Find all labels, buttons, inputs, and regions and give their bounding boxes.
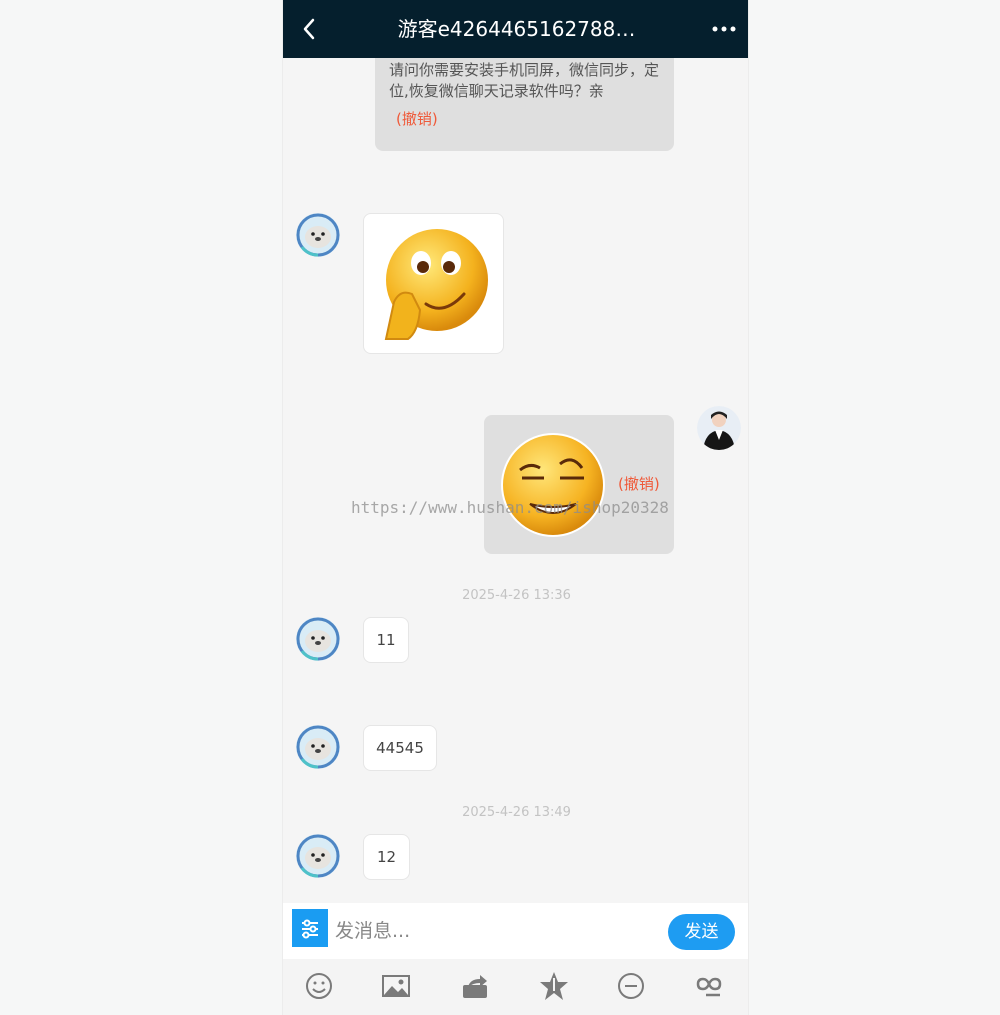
avatar-agent[interactable]	[697, 406, 741, 450]
block-button[interactable]	[614, 969, 648, 1003]
message-text: 11	[376, 631, 396, 649]
top-bar: 游客e4264465162788…	[283, 0, 748, 58]
received-text-bubble: 12	[363, 834, 410, 880]
received-text-bubble: 44545	[363, 725, 437, 771]
link-icon	[696, 977, 722, 997]
sent-text-bubble: 请问你需要安装手机同屏，微信同步，定位,恢复微信聊天记录软件吗？亲 (撤销)	[375, 58, 674, 151]
input-bar: 发送	[283, 903, 748, 959]
emoji-icon	[306, 973, 332, 999]
more-horizontal-icon	[712, 26, 736, 32]
avatar-visitor[interactable]	[296, 617, 340, 661]
message-input[interactable]	[335, 911, 655, 951]
seal-avatar-icon	[296, 617, 340, 661]
input-tools-button[interactable]	[292, 909, 328, 947]
emoji-button[interactable]	[302, 969, 336, 1003]
recall-link[interactable]: (撤销)	[618, 473, 660, 494]
avatar-visitor[interactable]	[296, 213, 340, 257]
sent-sticker-bubble: (撤销)	[484, 415, 674, 554]
seal-avatar-icon	[296, 834, 340, 878]
favorite-button[interactable]	[537, 969, 571, 1003]
image-icon	[382, 975, 410, 997]
share-button[interactable]	[458, 969, 492, 1003]
avatar-visitor[interactable]	[296, 725, 340, 769]
chevron-left-icon	[303, 18, 315, 40]
seal-avatar-icon	[296, 725, 340, 769]
star-icon	[540, 972, 568, 1000]
back-button[interactable]	[293, 12, 327, 46]
more-button[interactable]	[712, 18, 736, 40]
received-sticker-bubble	[363, 213, 504, 354]
avatar-visitor[interactable]	[296, 834, 340, 878]
seal-avatar-icon	[296, 213, 340, 257]
message-text: 44545	[376, 739, 424, 757]
image-button[interactable]	[379, 969, 413, 1003]
send-button[interactable]: 发送	[668, 914, 735, 950]
timestamp: 2025-4-26 13:36	[462, 588, 571, 603]
watermark-text: https://www.hushan.com/ishop20328	[351, 498, 669, 517]
share-icon	[463, 975, 487, 998]
message-text: 12	[376, 848, 397, 866]
chat-title: 游客e4264465162788…	[397, 17, 636, 41]
received-text-bubble: 11	[363, 617, 409, 663]
block-icon	[618, 973, 644, 999]
agent-avatar-icon	[697, 406, 741, 450]
thinking-face-sticker	[384, 229, 488, 340]
chat-window: 游客e4264465162788… 请问你需要安装手机同屏，微信同步，定位,恢复…	[282, 0, 749, 1015]
bottom-toolbar	[283, 959, 748, 1015]
recall-link[interactable]: (撤销)	[396, 108, 438, 129]
timestamp: 2025-4-26 13:49	[462, 805, 571, 820]
sliders-icon	[302, 919, 318, 939]
message-text: 请问你需要安装手机同屏，微信同步，定位,恢复微信聊天记录软件吗？亲	[389, 61, 660, 100]
message-list[interactable]: 请问你需要安装手机同屏，微信同步，定位,恢复微信聊天记录软件吗？亲 (撤销) (…	[283, 58, 748, 903]
link-button[interactable]	[692, 969, 726, 1003]
smirk-face-sticker	[501, 433, 605, 537]
